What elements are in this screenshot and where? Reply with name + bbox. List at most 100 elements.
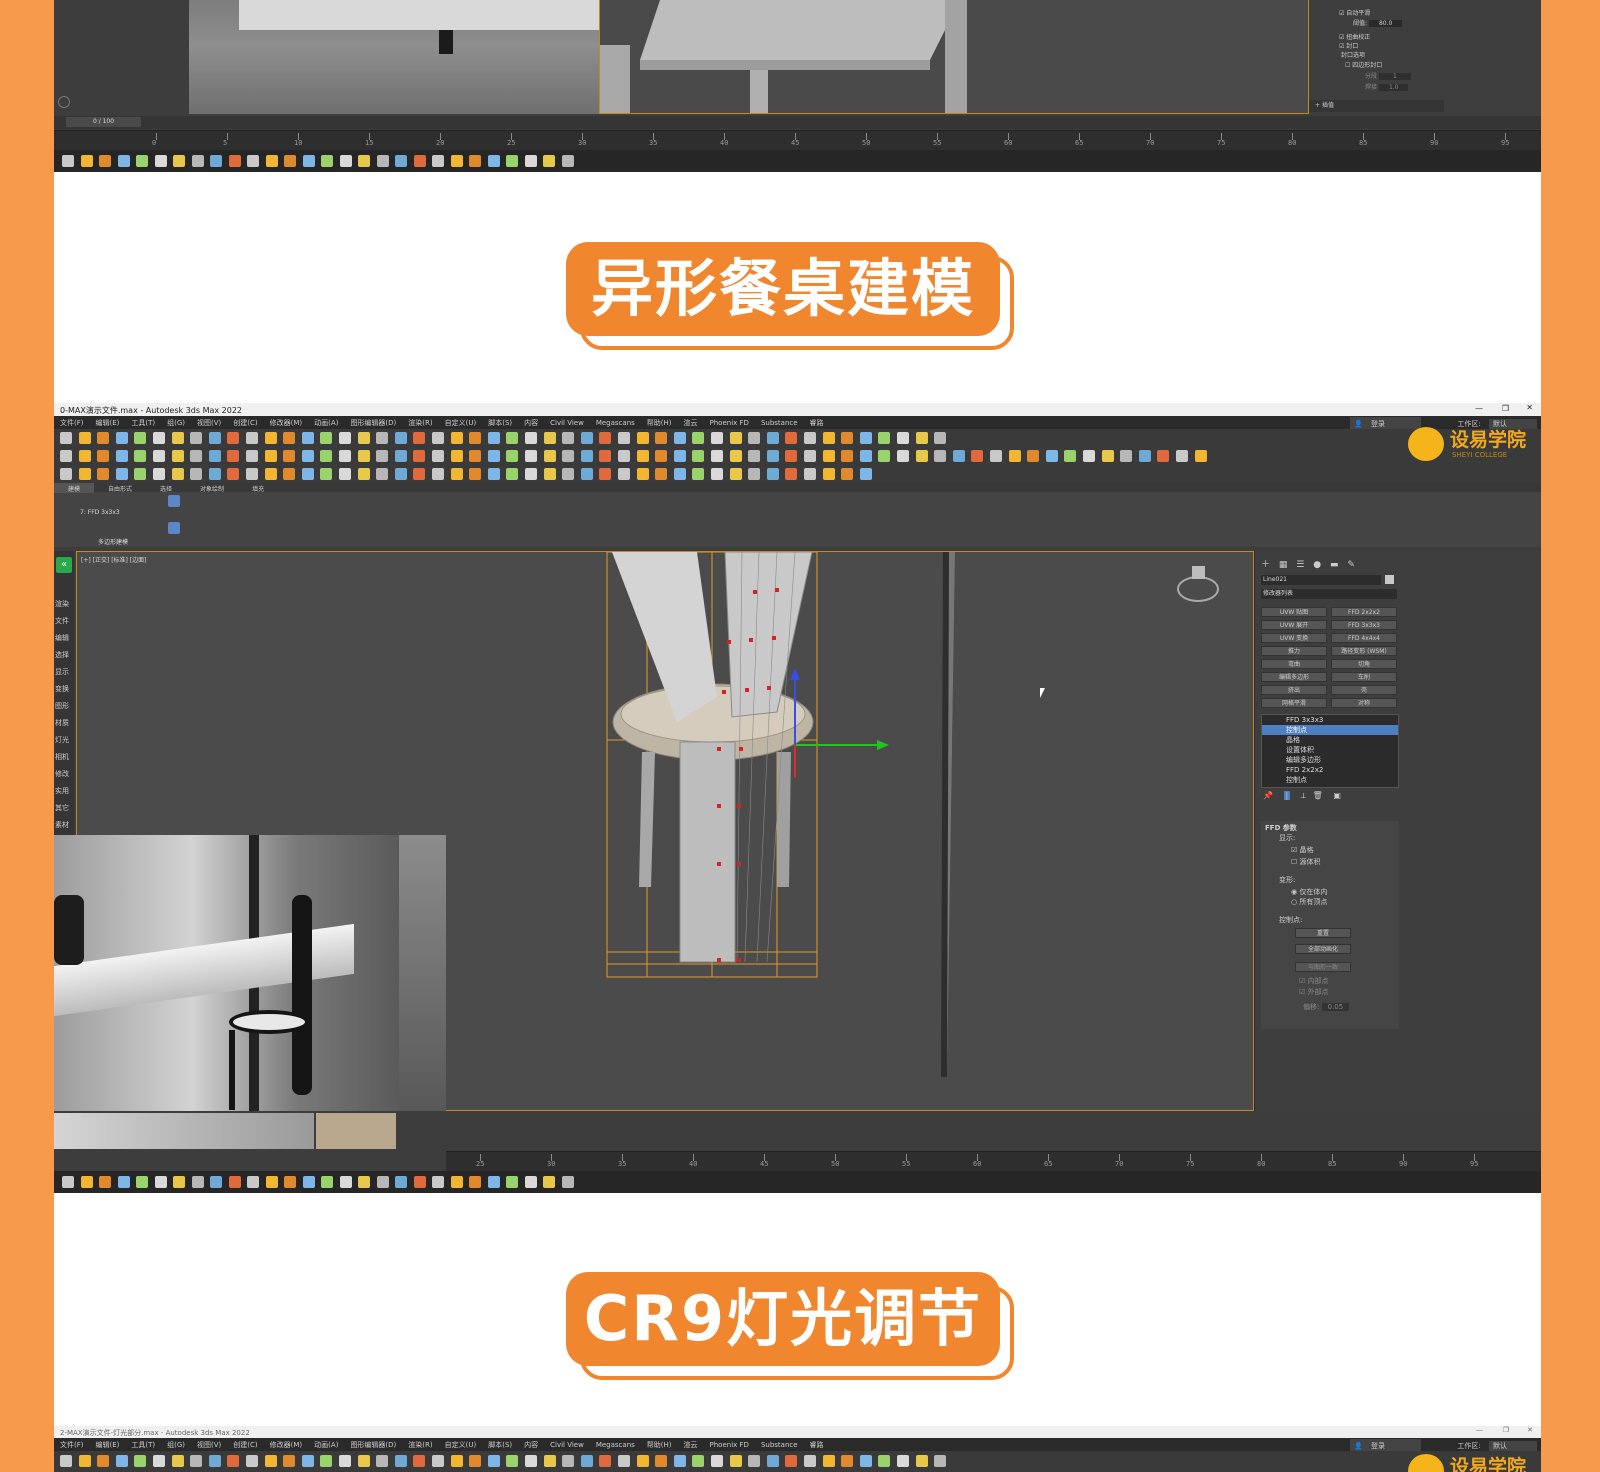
modifier-button[interactable]: 路径变形 (WSM) [1331,646,1397,656]
make-unique-icon[interactable]: ⟂ [1301,791,1306,800]
menu-item[interactable]: 工具(T) [125,416,161,428]
toolbar-icon[interactable] [413,432,426,444]
toolbar-icon[interactable] [1027,450,1040,462]
modifier-button[interactable]: UVW 贴图 [1261,607,1327,617]
toolbar-icon[interactable] [339,450,351,462]
toolbar-icon[interactable] [376,1176,389,1188]
toolbar-icon[interactable] [171,432,184,444]
toolbar-icon[interactable] [487,468,500,480]
toolbar-icon[interactable] [432,1176,444,1188]
left-tab[interactable]: 材质 [55,718,69,728]
display-tab-icon[interactable]: ▬ [1330,560,1339,570]
toolbar-icon[interactable] [618,468,630,480]
toolbar-icon[interactable] [247,1176,259,1188]
toolbar-icon[interactable] [766,1455,779,1467]
toolbar-icon[interactable] [506,450,519,462]
toolbar-icon[interactable] [580,432,593,444]
modifier-button[interactable]: FFD 3x3x3 [1331,620,1397,630]
toolbar-icon[interactable] [154,155,167,167]
toolbar-icon[interactable] [636,468,649,480]
hierarchy-tab-icon[interactable]: ☰ [1296,560,1304,570]
toolbar-icon[interactable] [136,1176,148,1188]
toolbar-icon[interactable] [432,432,444,444]
left-tab[interactable]: 显示 [55,667,69,677]
toolbar-icon[interactable] [618,1455,630,1467]
toolbar-icon[interactable] [934,432,947,444]
toolbar-icon[interactable] [636,432,649,444]
menu-item[interactable]: Substance [755,1439,804,1449]
toolbar-icon[interactable] [265,1176,278,1188]
toolbar-icon[interactable] [506,468,519,480]
toolbar-icon[interactable] [99,155,111,167]
toolbar-icon[interactable] [208,450,221,462]
toolbar-icon[interactable] [543,450,556,462]
toolbar-icon[interactable] [673,1455,686,1467]
reset-button[interactable]: 重置 [1295,928,1351,938]
toolbar-icon[interactable] [190,468,203,480]
toolbar-icon[interactable] [1194,450,1207,462]
toolbar-icon[interactable] [62,155,74,167]
menu-item[interactable]: 帮助(H) [641,1438,678,1450]
toolbar-icon[interactable] [1045,450,1058,462]
toolbar-icon[interactable] [60,432,72,444]
toolbar-icon[interactable] [320,450,333,462]
menu-item[interactable]: Megascans [590,417,641,427]
toolbar-icon[interactable] [320,432,333,444]
toolbar-icon[interactable] [1064,450,1077,462]
segments-value[interactable]: 1 [1378,73,1411,80]
toolbar-icon[interactable] [822,1455,835,1467]
toolbar-icon[interactable] [748,468,761,480]
menu-item[interactable]: 组(G) [161,1438,191,1450]
menu-item[interactable]: 视图(V) [191,1438,227,1450]
cap-check[interactable]: ☑ 封口 [1339,41,1358,50]
toolbar-icon[interactable] [394,450,407,462]
time-slider[interactable]: 0 / 100 [54,116,1541,129]
toolbar-icon[interactable] [227,1455,240,1467]
toolbar-icon[interactable] [822,468,835,480]
stack-item[interactable]: FFD 3x3x3 [1262,715,1398,725]
toolbar-icon[interactable] [469,1455,482,1467]
stack-item[interactable]: 设置体积 [1262,745,1398,755]
toolbar-icon[interactable] [1120,450,1133,462]
toolbar-icon[interactable] [284,1176,296,1188]
toolbar-icon[interactable] [636,1455,649,1467]
toolbar-icon[interactable] [804,468,816,480]
ribbon-tab[interactable]: 选择 [146,483,186,493]
toolbar-icon[interactable] [432,155,444,167]
menu-item[interactable]: 内容 [518,1438,544,1450]
left-tab[interactable]: 变换 [55,684,69,694]
toolbar-icon[interactable] [339,155,352,167]
toolbar-icon[interactable] [1101,450,1114,462]
toolbar-icon[interactable] [153,468,165,480]
toolbar-icon[interactable] [711,468,723,480]
toolbar-icon[interactable] [208,468,221,480]
toolbar-icon[interactable] [524,155,537,167]
toolbar-icon[interactable] [450,1176,463,1188]
toolbar-icon[interactable] [990,450,1002,462]
menu-item[interactable]: 图形编辑器(D) [344,416,402,428]
toolbar-icon[interactable] [208,432,221,444]
toolbar-icon[interactable] [115,432,128,444]
toolbar-icon[interactable] [469,468,482,480]
toolbar-icon[interactable] [655,1455,668,1467]
toolbar-icon[interactable] [543,1455,556,1467]
toolbar-icon[interactable] [339,432,351,444]
toolbar-icon[interactable] [134,1455,147,1467]
left-tab[interactable]: 选择 [55,650,69,660]
menu-item[interactable]: 文件(F) [54,416,90,428]
twist-correct-check[interactable]: ☑ 扭曲校正 [1339,32,1370,41]
stack-item[interactable]: 编辑多边形 [1262,755,1398,765]
menu-item[interactable]: 睿路 [804,416,830,428]
menu-item[interactable]: 帮助(H) [641,416,678,428]
toolbar-icon[interactable] [859,432,872,444]
toolbar-icon[interactable] [117,1176,130,1188]
toolbar-icon[interactable] [134,432,147,444]
toolbar-icon[interactable] [748,450,761,462]
toolbar-icon[interactable] [173,155,185,167]
toolbar-icon[interactable] [506,1455,519,1467]
toolbar-icon[interactable] [469,432,482,444]
toolbar-icon[interactable] [208,1455,221,1467]
toolbar-icon[interactable] [859,450,872,462]
toolbar-icon[interactable] [321,1176,333,1188]
toolbar-icon[interactable] [897,432,909,444]
